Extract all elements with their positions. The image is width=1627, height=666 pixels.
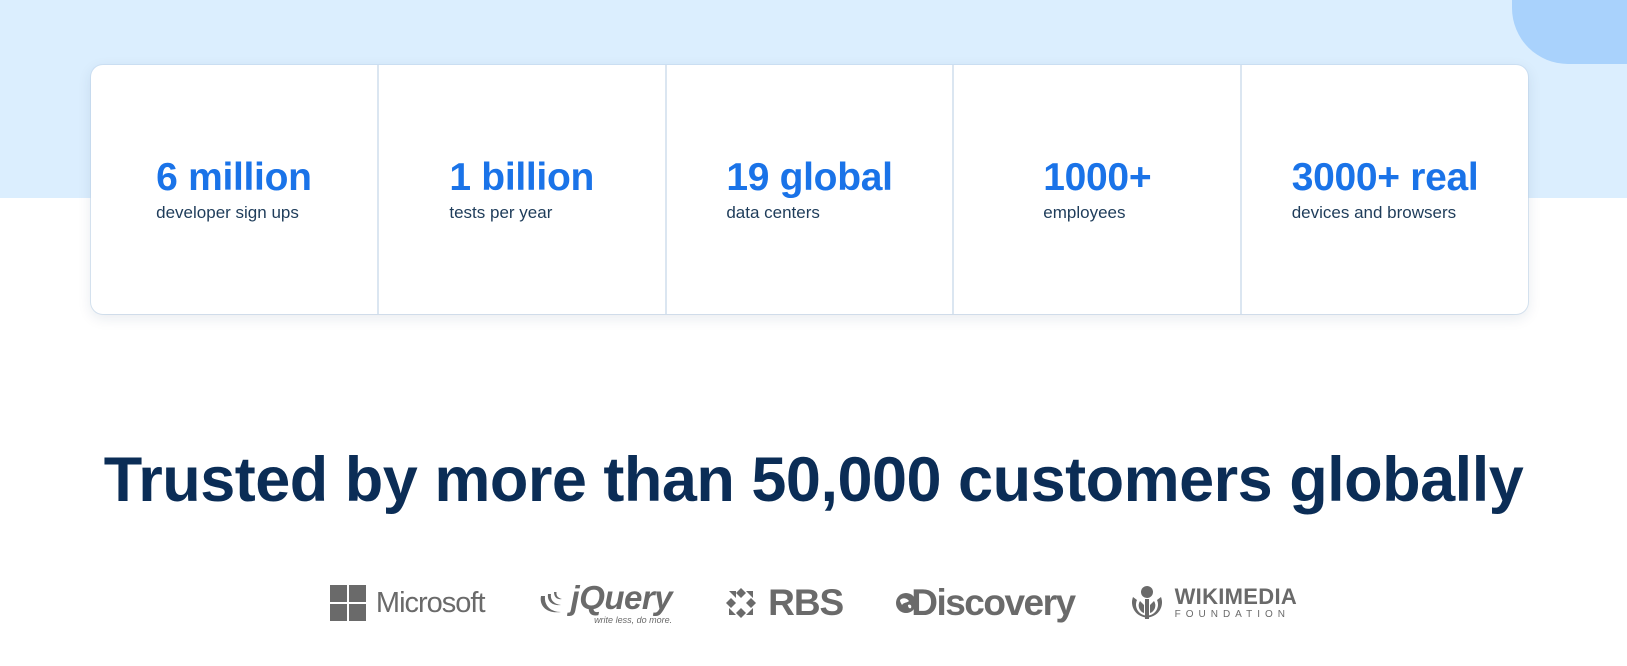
stat-value: 19 global <box>726 156 893 199</box>
wikimedia-logo: WIKIMEDIA FOUNDATION <box>1127 583 1297 623</box>
jquery-wordmark-group: jQuery write less, do more. <box>570 578 673 625</box>
stat-value: 1000+ <box>1043 156 1152 199</box>
wikimedia-wordmark-group: WIKIMEDIA FOUNDATION <box>1175 585 1297 621</box>
stat-value: 1 billion <box>449 156 595 199</box>
stat-data-centers: 19 global data centers <box>667 65 955 314</box>
rbs-logo: RBS <box>724 582 844 623</box>
microsoft-grid-icon <box>329 585 366 621</box>
rbs-wordmark: RBS <box>768 582 844 623</box>
rbs-daisy-icon <box>726 588 757 618</box>
wikimedia-subtitle: FOUNDATION <box>1174 609 1290 620</box>
customer-logo-row: Microsoft jQuery write less, do more. RB… <box>0 575 1627 631</box>
stat-label: devices and browsers <box>1291 203 1457 222</box>
stat-tests-per-year: 1 billion tests per year <box>379 65 667 314</box>
stats-card: 6 million developer sign ups 1 billion t… <box>91 65 1528 314</box>
stat-employees: 1000+ employees <box>954 65 1243 314</box>
jquery-tagline: write less, do more. <box>594 614 673 625</box>
discovery-wordmark: Discovery <box>911 582 1076 623</box>
trusted-heading: Trusted by more than 50,000 customers gl… <box>103 445 1524 515</box>
stat-label: developer sign ups <box>156 203 299 222</box>
microsoft-logo: Microsoft <box>329 585 486 621</box>
jquery-wordmark: jQuery <box>570 578 673 616</box>
stat-label: tests per year <box>449 203 553 222</box>
stat-label: employees <box>1043 203 1126 222</box>
discovery-logo: Discovery <box>895 582 1076 623</box>
stat-developer-signups: 6 million developer sign ups <box>91 65 379 314</box>
jquery-swoosh-icon <box>540 592 562 613</box>
stat-value: 6 million <box>156 156 312 199</box>
stat-devices-browsers: 3000+ real devices and browsers <box>1242 65 1528 314</box>
jquery-logo: jQuery write less, do more. <box>537 578 673 625</box>
wikimedia-wordmark: WIKIMEDIA <box>1174 584 1298 609</box>
wikimedia-icon <box>1131 586 1162 619</box>
stat-label: data centers <box>726 203 820 222</box>
microsoft-wordmark: Microsoft <box>375 587 486 619</box>
stat-value: 3000+ real <box>1291 156 1479 199</box>
